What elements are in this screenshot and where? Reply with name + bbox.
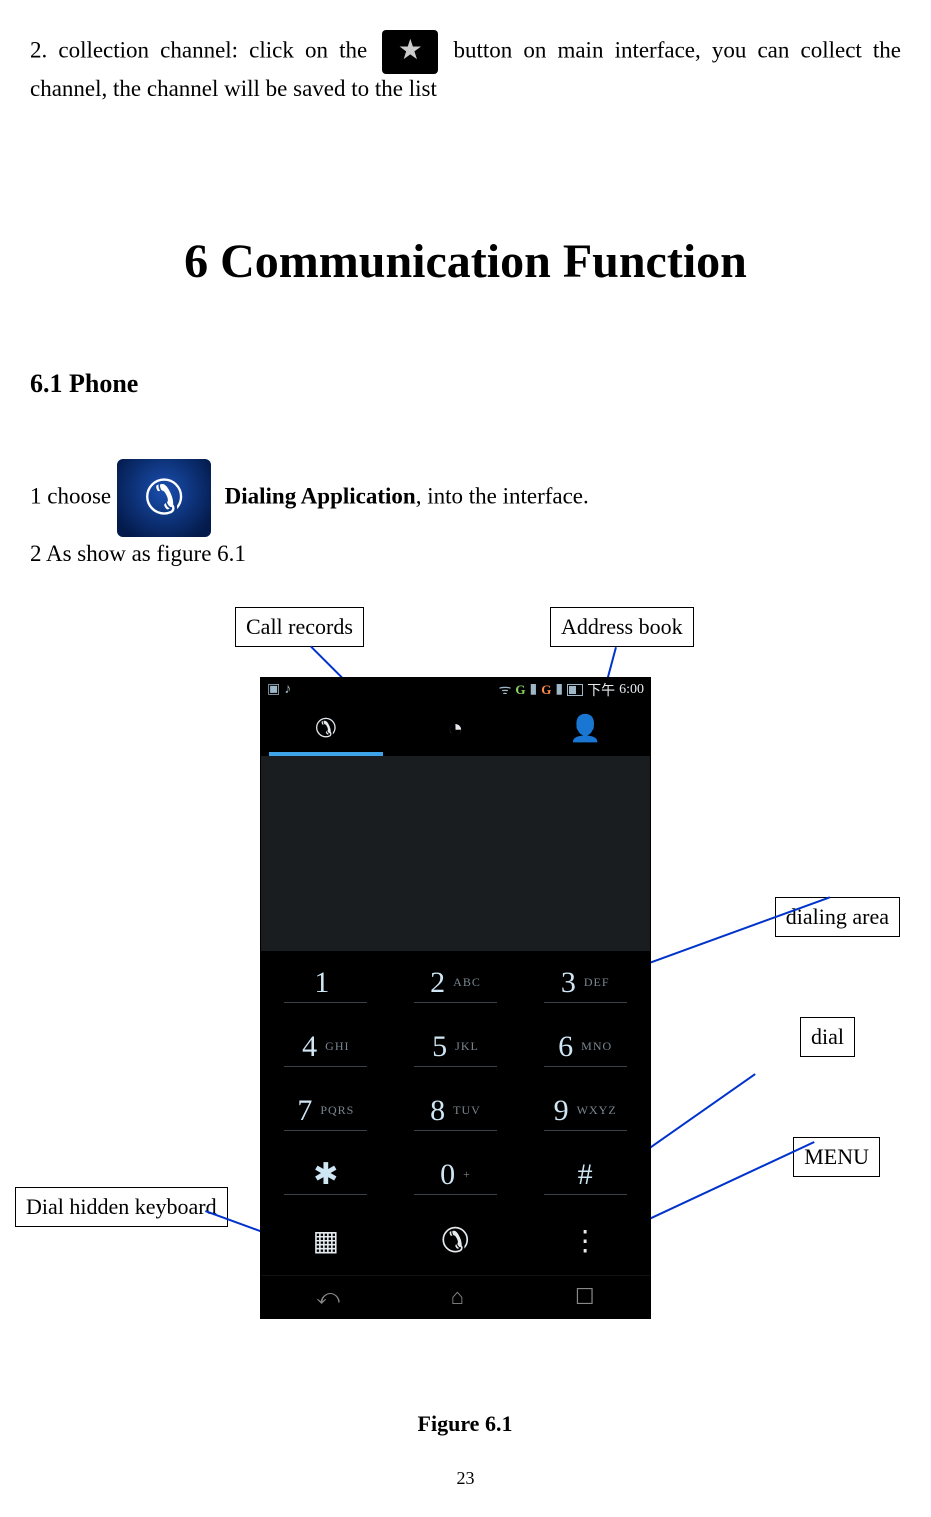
clock-prefix: 下午	[587, 680, 615, 700]
action-row: ▦ ✆ ⋮	[261, 1207, 650, 1275]
grid-icon: ▦	[313, 1224, 339, 1258]
key-star[interactable]: ✱	[261, 1143, 391, 1207]
signal-g2: G	[541, 682, 551, 698]
key-5[interactable]: 5JKL	[391, 1015, 521, 1079]
step1-suffix: , into the interface.	[416, 483, 589, 508]
key-hash[interactable]: #	[520, 1143, 650, 1207]
system-nav: ⤺ ⌂ ☐	[261, 1275, 650, 1318]
callout-address-book: Address book	[550, 607, 694, 647]
key-8[interactable]: 8TUV	[391, 1079, 521, 1143]
key-7[interactable]: 7PQRS	[261, 1079, 391, 1143]
toggle-dialpad-button[interactable]: ▦	[261, 1207, 391, 1275]
dial-button[interactable]: ✆	[391, 1207, 521, 1275]
key-4[interactable]: 4GHI	[261, 1015, 391, 1079]
key-2[interactable]: 2ABC	[391, 951, 521, 1015]
person-icon: 👤	[569, 714, 601, 744]
page-number: 23	[0, 1468, 931, 1489]
figure-zone: Call records Address book dialing area d…	[30, 607, 900, 1437]
section-heading: 6.1 Phone	[30, 369, 901, 399]
clock-time: 6:00	[619, 682, 644, 698]
number-display[interactable]	[261, 756, 650, 951]
dialing-app-icon: ✆	[117, 459, 211, 537]
step1-app: Dialing Application	[225, 483, 416, 508]
callout-dial: dial	[800, 1017, 855, 1057]
tab-contacts[interactable]: 👤	[520, 702, 650, 756]
clock-icon: ◔	[448, 714, 464, 744]
tab-bar: ✆ ◔ 👤	[261, 702, 650, 756]
callout-call-records: Call records	[235, 607, 364, 647]
tab-phone[interactable]: ✆	[261, 702, 391, 756]
status-bar: ▣ ♪ ᯤ G ▮ G ▮ 下午 6:00	[261, 678, 650, 702]
callout-dialing-area: dialing area	[775, 897, 900, 937]
signal-bars1-icon: ▮	[530, 681, 538, 698]
battery-icon	[567, 684, 583, 696]
step2: 2 As show as figure 6.1	[30, 541, 901, 567]
menu-button[interactable]: ⋮	[520, 1207, 650, 1275]
step1: 1 choose ✆ Dialing Application, into the…	[30, 459, 901, 537]
key-1[interactable]: 1	[261, 951, 391, 1015]
key-9[interactable]: 9WXYZ	[520, 1079, 650, 1143]
kebab-icon: ⋮	[571, 1224, 599, 1258]
recents-icon[interactable]: ☐	[575, 1284, 595, 1310]
phone-screenshot: ▣ ♪ ᯤ G ▮ G ▮ 下午 6:00 ✆ ◔	[260, 677, 651, 1319]
star-icon	[382, 30, 438, 74]
signal-g1: G	[515, 682, 525, 698]
back-icon[interactable]: ⤺	[316, 1284, 340, 1310]
handset-icon: ✆	[144, 470, 184, 526]
key-6[interactable]: 6MNO	[520, 1015, 650, 1079]
callout-menu: MENU	[793, 1137, 880, 1177]
handset-icon: ✆	[441, 1221, 470, 1261]
tab-recents[interactable]: ◔	[391, 702, 521, 756]
notif-icon: ♪	[284, 682, 291, 698]
key-3[interactable]: 3DEF	[520, 951, 650, 1015]
chapter-title: 6 Communication Function	[30, 234, 901, 289]
alarm-icon: ▣	[267, 681, 280, 698]
home-icon[interactable]: ⌂	[451, 1284, 464, 1310]
dialpad: 1 2ABC 3DEF 4GHI 5JKL 6MNO 7PQRS 8TUV 9W…	[261, 951, 650, 1207]
para-prefix: 2. collection channel: click on the	[30, 37, 378, 62]
collection-channel-paragraph: 2. collection channel: click on the butt…	[30, 30, 901, 104]
figure-caption: Figure 6.1	[30, 1411, 900, 1437]
key-0[interactable]: 0+	[391, 1143, 521, 1207]
callout-hidden-keyboard: Dial hidden keyboard	[15, 1187, 228, 1227]
signal-bars2-icon: ▮	[555, 681, 563, 698]
handset-icon: ✆	[315, 714, 337, 744]
step1-prefix: 1 choose	[30, 483, 117, 508]
wifi-icon: ᯤ	[499, 680, 512, 699]
